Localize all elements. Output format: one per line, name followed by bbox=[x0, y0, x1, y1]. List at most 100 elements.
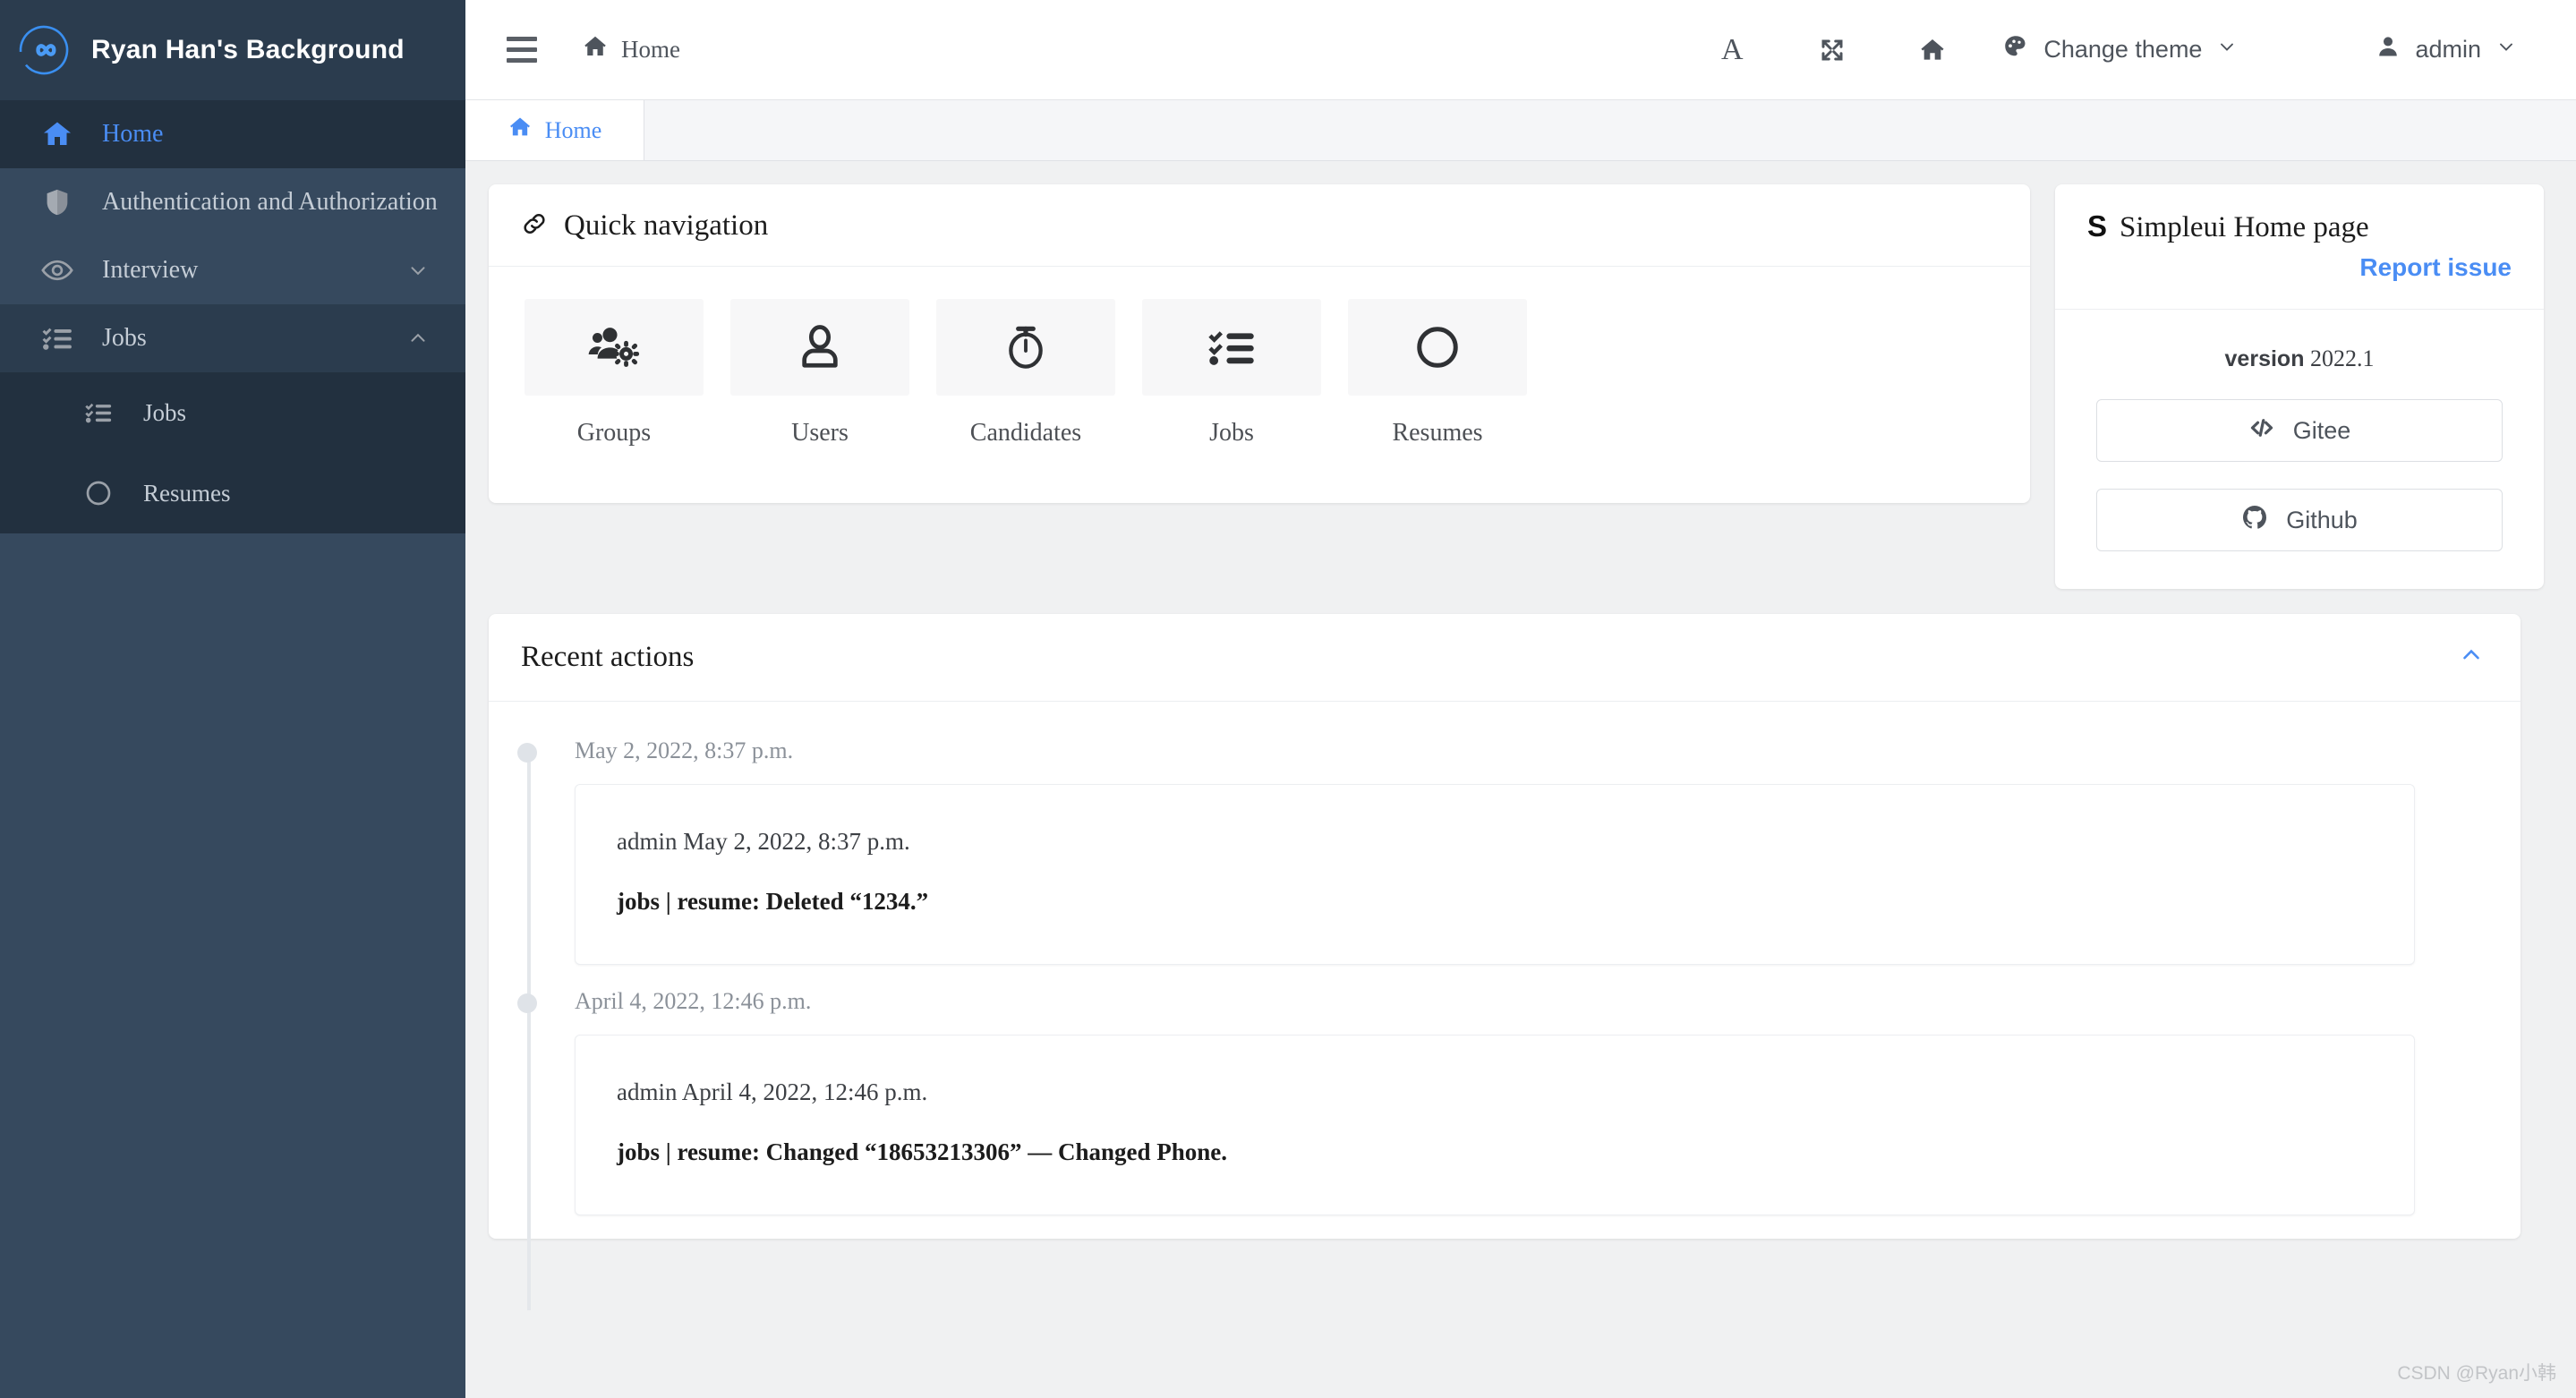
quick-nav-tile-label: Candidates bbox=[969, 419, 1082, 447]
timeline-entry-card[interactable]: admin April 4, 2022, 12:46 p.m. jobs | r… bbox=[575, 1035, 2415, 1215]
infinity-circle-logo-icon bbox=[16, 22, 72, 78]
simpleui-title-row: S Simpleui Home page bbox=[2087, 209, 2512, 244]
quick-nav-tile-resumes[interactable]: Resumes bbox=[1348, 299, 1527, 448]
font-size-icon[interactable]: A bbox=[1682, 33, 1782, 67]
sidebar: Ryan Han's Background Home Authenticatio… bbox=[0, 0, 465, 1398]
simpleui-title: Simpleui Home page bbox=[2120, 211, 2369, 243]
tasks-list-icon bbox=[81, 398, 116, 427]
home-icon[interactable] bbox=[1882, 36, 1983, 64]
timeline-entry-card[interactable]: admin May 2, 2022, 8:37 p.m. jobs | resu… bbox=[575, 784, 2415, 965]
recent-actions-header: Recent actions bbox=[489, 614, 2521, 702]
timeline-entry-action: jobs | resume: Changed “18653213306” — C… bbox=[617, 1138, 1228, 1165]
brand-header[interactable]: Ryan Han's Background bbox=[0, 0, 465, 100]
user-menu-dropdown[interactable]: admin bbox=[2356, 34, 2537, 65]
user-name-label: admin bbox=[2415, 36, 2481, 63]
chevron-down-icon[interactable] bbox=[403, 259, 433, 282]
home-icon bbox=[582, 33, 609, 66]
sidebar-item-label: Jobs bbox=[102, 324, 147, 352]
github-icon bbox=[2241, 504, 2268, 537]
gitee-button[interactable]: Gitee bbox=[2096, 399, 2503, 462]
palette-icon bbox=[2002, 33, 2029, 66]
user-outline-icon bbox=[730, 299, 909, 396]
hamburger-icon[interactable] bbox=[501, 31, 542, 68]
timeline-item: April 4, 2022, 12:46 p.m. admin April 4,… bbox=[517, 988, 2521, 1239]
timeline-timestamp: April 4, 2022, 12:46 p.m. bbox=[575, 988, 812, 1014]
circle-icon bbox=[81, 479, 116, 507]
sidebar-subitem-resumes[interactable]: Resumes bbox=[0, 453, 465, 533]
tab-bar: Home bbox=[465, 100, 2576, 161]
timeline: May 2, 2022, 8:37 p.m. admin May 2, 2022… bbox=[489, 737, 2521, 1310]
topbar-right: A Change theme admin bbox=[1682, 33, 2544, 67]
tasks-list-icon bbox=[39, 322, 75, 354]
quick-navigation-tiles: Groups Users Candidates Jobs Resumes bbox=[489, 267, 2030, 503]
simpleui-badge: S bbox=[2087, 209, 2108, 243]
watermark: CSDN @Ryan小韩 bbox=[2397, 1363, 2556, 1384]
user-icon bbox=[2376, 34, 2401, 65]
app-root: Ryan Han's Background Home Authenticatio… bbox=[0, 0, 2576, 1398]
code-brackets-icon bbox=[2248, 414, 2275, 448]
report-issue-link[interactable]: Report issue bbox=[2087, 253, 2512, 282]
simpleui-info-header: S Simpleui Home page Report issue bbox=[2055, 184, 2544, 310]
sidebar-item-label: Authentication and Authorization bbox=[102, 188, 438, 216]
version-row: version 2022.1 bbox=[2096, 345, 2503, 372]
quick-nav-tile-label: Users bbox=[791, 419, 849, 447]
quick-nav-tile-jobs[interactable]: Jobs bbox=[1142, 299, 1321, 448]
change-theme-label: Change theme bbox=[2043, 36, 2203, 63]
sidebar-item-interview[interactable]: Interview bbox=[0, 236, 465, 304]
quick-nav-tile-label: Jobs bbox=[1209, 419, 1254, 447]
main-area: Home A Change theme admin Home Quick nav… bbox=[465, 0, 2576, 1398]
timeline-timestamp: May 2, 2022, 8:37 p.m. bbox=[575, 737, 794, 763]
quick-nav-tile-candidates[interactable]: Candidates bbox=[936, 299, 1115, 448]
sidebar-subitem-label: Resumes bbox=[143, 479, 231, 507]
home-icon bbox=[508, 115, 533, 146]
topbar: Home A Change theme admin bbox=[465, 0, 2576, 100]
expand-arrows-icon[interactable] bbox=[1782, 37, 1882, 64]
change-theme-dropdown[interactable]: Change theme bbox=[1983, 33, 2257, 66]
gitee-label: Gitee bbox=[2292, 416, 2351, 444]
timeline-entry-meta: admin April 4, 2022, 12:46 p.m. bbox=[617, 1078, 928, 1105]
shield-icon bbox=[39, 187, 75, 217]
stopwatch-icon bbox=[936, 299, 1115, 396]
content-area: Quick navigation Groups Users Candidates… bbox=[465, 161, 2576, 1398]
sidebar-item-authentication-and-authorization[interactable]: Authentication and Authorization bbox=[0, 168, 465, 236]
quick-nav-tile-label: Resumes bbox=[1392, 419, 1483, 447]
quick-nav-tile-groups[interactable]: Groups bbox=[525, 299, 704, 448]
link-icon bbox=[521, 210, 548, 242]
sidebar-item-home[interactable]: Home bbox=[0, 100, 465, 168]
quick-navigation-card: Quick navigation Groups Users Candidates… bbox=[489, 184, 2030, 503]
quick-nav-tile-users[interactable]: Users bbox=[730, 299, 909, 448]
github-button[interactable]: Github bbox=[2096, 489, 2503, 551]
github-label: Github bbox=[2286, 506, 2358, 533]
tab-label: Home bbox=[544, 116, 602, 143]
chevron-up-icon[interactable] bbox=[403, 327, 433, 350]
tasks-list-icon bbox=[1142, 299, 1321, 396]
sidebar-menu: Home Authentication and Authorization In… bbox=[0, 100, 465, 1398]
quick-navigation-header: Quick navigation bbox=[489, 184, 2030, 267]
timeline-item: May 2, 2022, 8:37 p.m. admin May 2, 2022… bbox=[517, 737, 2521, 988]
brand-title: Ryan Han's Background bbox=[91, 35, 405, 64]
top-row: Quick navigation Groups Users Candidates… bbox=[489, 184, 2544, 589]
recent-actions-title: Recent actions bbox=[521, 641, 695, 673]
users-cog-icon bbox=[525, 299, 704, 396]
recent-actions-card: Recent actions May 2, 2022, 8:37 p.m. ad… bbox=[489, 614, 2521, 1310]
recent-actions-body: May 2, 2022, 8:37 p.m. admin May 2, 2022… bbox=[489, 702, 2521, 1310]
chevron-down-icon bbox=[2495, 36, 2517, 64]
eye-icon bbox=[39, 253, 75, 287]
sidebar-item-jobs[interactable]: Jobs bbox=[0, 304, 465, 372]
simpleui-info-card: S Simpleui Home page Report issue versio… bbox=[2055, 184, 2544, 589]
quick-nav-tile-label: Groups bbox=[576, 419, 652, 447]
sidebar-subitem-jobs[interactable]: Jobs bbox=[0, 372, 465, 453]
chevron-up-icon[interactable] bbox=[2458, 642, 2485, 673]
sidebar-subitem-label: Jobs bbox=[143, 398, 187, 426]
sidebar-item-label: Home bbox=[102, 120, 164, 148]
sidebar-submenu-jobs: Jobs Resumes bbox=[0, 372, 465, 533]
topbar-home-link[interactable]: Home bbox=[582, 33, 680, 66]
version-value: 2022.1 bbox=[2309, 345, 2375, 371]
topbar-left: Home bbox=[501, 31, 680, 68]
quick-navigation-title: Quick navigation bbox=[564, 209, 769, 242]
timeline-entry-action: jobs | resume: Deleted “1234.” bbox=[617, 888, 929, 915]
timeline-dot-icon bbox=[517, 993, 537, 1013]
chevron-down-icon bbox=[2216, 36, 2238, 64]
tab-home[interactable]: Home bbox=[465, 100, 644, 160]
timeline-entry-meta: admin May 2, 2022, 8:37 p.m. bbox=[617, 828, 910, 855]
